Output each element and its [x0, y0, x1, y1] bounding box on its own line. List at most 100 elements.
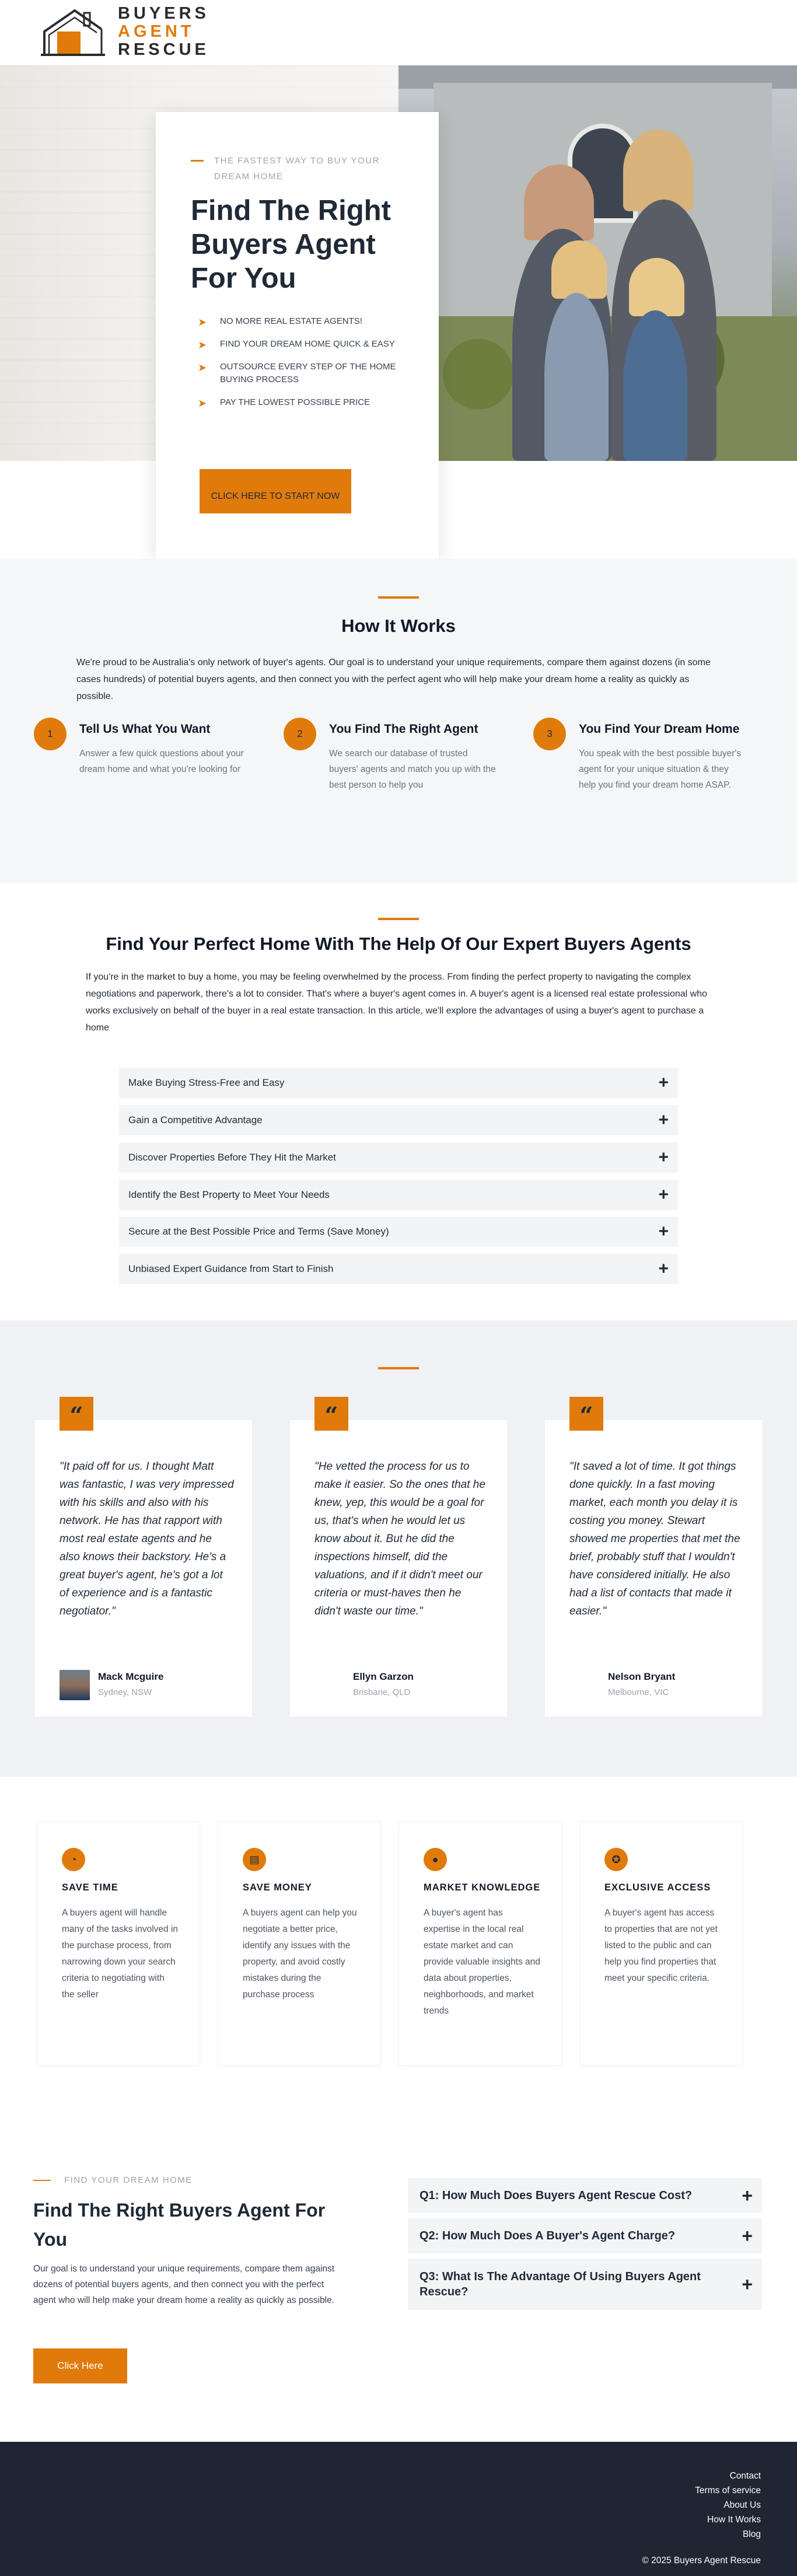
plus-icon[interactable]: +	[742, 2225, 753, 2246]
testimonial-card: “ "He vetted the process for us to make …	[290, 1397, 507, 1717]
accordion-item[interactable]: Secure at the Best Possible Price and Te…	[119, 1217, 678, 1247]
footer-link-terms[interactable]: Terms of service	[695, 2483, 761, 2498]
step-3: 3 You Find Your Dream Home You speak wit…	[533, 718, 778, 817]
hero-eyebrow: THE FASTEST WAY TO BUY YOUR DREAM HOME	[191, 153, 413, 184]
plus-icon[interactable]: +	[742, 2185, 753, 2206]
how-it-works-section: How It Works We're proud to be Australia…	[0, 559, 797, 883]
cta-text: Our goal is to understand your unique re…	[33, 2264, 335, 2305]
cta-title: Find The Right Buyers Agent For You	[33, 2200, 326, 2250]
footer-nav: Contact Terms of service About Us How It…	[695, 2469, 761, 2542]
footer-link-blog[interactable]: Blog	[695, 2527, 761, 2542]
feature-title: SAVE TIME	[62, 1882, 118, 1893]
copyright: © 2025 Buyers Agent Rescue	[642, 2556, 761, 2565]
avatar	[60, 1670, 90, 1700]
quote-icon: “	[569, 1397, 603, 1431]
feature-text: A buyer's agent has access to properties…	[604, 1908, 718, 1983]
step-title: You Find Your Dream Home	[579, 722, 740, 736]
feature-card: ▤ SAVE MONEY A buyers agent can help you…	[218, 1822, 381, 2065]
testimonial-name: Mack Mcguire	[98, 1671, 164, 1682]
hero-section: THE FASTEST WAY TO BUY YOUR DREAM HOME F…	[0, 65, 797, 559]
features-section: ◔ SAVE TIME A buyers agent will handle m…	[0, 1777, 797, 2092]
faq-item[interactable]: Q1: How Much Does Buyers Agent Rescue Co…	[408, 2178, 762, 2213]
cta-section: FIND YOUR DREAM HOME Find The Right Buye…	[0, 2092, 797, 2442]
logo-line-1: BUYERS	[118, 4, 209, 23]
step-title: You Find The Right Agent	[329, 722, 478, 736]
checklist-item: ➤ NO MORE REAL ESTATE AGENTS!	[198, 316, 362, 328]
accordion-item[interactable]: Gain a Competitive Advantage +	[119, 1105, 678, 1135]
perfect-home-section: Find Your Perfect Home With The Help Of …	[0, 883, 797, 1320]
testimonial-location: Brisbane, QLD	[353, 1687, 411, 1697]
testimonials-section: “ "It paid off for us. I thought Matt wa…	[0, 1320, 797, 1777]
accordion-item[interactable]: Make Buying Stress-Free and Easy +	[119, 1068, 678, 1098]
section-divider	[378, 596, 419, 599]
accordion-item[interactable]: Unbiased Expert Guidance from Start to F…	[119, 1254, 678, 1284]
feature-card: ✪ EXCLUSIVE ACCESS A buyer's agent has a…	[579, 1822, 743, 2065]
testimonial-name: Nelson Bryant	[608, 1671, 676, 1682]
step-2: 2 You Find The Right Agent We search our…	[284, 718, 529, 817]
lightbulb-icon: ●	[424, 1848, 447, 1871]
plus-icon[interactable]: +	[658, 1068, 669, 1098]
arrow-right-icon: ➤	[198, 397, 207, 409]
site-footer: Contact Terms of service About Us How It…	[0, 2442, 797, 2576]
house-logo-icon	[41, 9, 105, 56]
faq-item[interactable]: Q3: What Is The Advantage Of Using Buyer…	[408, 2259, 762, 2310]
step-text: Answer a few quick questions about your …	[79, 749, 244, 774]
testimonial-name: Ellyn Garzon	[353, 1671, 414, 1682]
accordion-item[interactable]: Discover Properties Before They Hit the …	[119, 1142, 678, 1173]
section-divider	[378, 1367, 419, 1369]
arrow-right-icon: ➤	[198, 316, 207, 328]
footer-link-how-it-works[interactable]: How It Works	[695, 2512, 761, 2527]
logo-wordmark: BUYERS AGENT RESCUE	[118, 5, 209, 59]
section-divider	[378, 918, 419, 920]
logo[interactable]: BUYERS AGENT RESCUE	[41, 2, 210, 61]
hero-checklist: ➤ NO MORE REAL ESTATE AGENTS! ➤ FIND YOUR …	[198, 315, 408, 419]
feature-card: ◔ SAVE TIME A buyers agent will handle m…	[37, 1822, 200, 2065]
plus-icon[interactable]: +	[658, 1105, 669, 1135]
step-title: Tell Us What You Want	[79, 722, 211, 736]
step-text: We search our database of trusted buyers…	[329, 749, 496, 790]
testimonial-location: Melbourne, VIC	[608, 1687, 669, 1697]
stopwatch-icon: ◔	[62, 1848, 85, 1871]
plus-icon[interactable]: +	[658, 1142, 669, 1173]
testimonial-card: “ "It saved a lot of time. It got things…	[545, 1397, 762, 1717]
arrow-right-icon: ➤	[198, 339, 207, 351]
perfect-home-title: Find Your Perfect Home With The Help Of …	[106, 934, 691, 954]
plus-icon[interactable]: +	[742, 2274, 753, 2295]
testimonial-quote: "He vetted the process for us to make it…	[314, 1460, 485, 1617]
feature-text: A buyers agent will handle many of the t…	[62, 1908, 179, 2000]
arrow-right-icon: ➤	[198, 362, 207, 373]
logo-line-3: RESCUE	[118, 40, 209, 59]
plus-icon[interactable]: +	[658, 1180, 669, 1210]
quote-icon: “	[60, 1397, 93, 1431]
step-number: 2	[284, 718, 316, 750]
click-here-button[interactable]: Click Here	[33, 2348, 127, 2383]
step-number: 1	[34, 718, 67, 750]
feature-title: MARKET KNOWLEDGE	[424, 1882, 541, 1893]
plus-icon[interactable]: +	[658, 1254, 669, 1284]
accordion-item[interactable]: Identify the Best Property to Meet Your …	[119, 1180, 678, 1210]
wallet-icon: ▤	[243, 1848, 266, 1871]
checklist-item: ➤ OUTSOURCE EVERY STEP OF THE HOME BUYING…	[198, 362, 396, 385]
feature-text: A buyers agent can help you negotiate a …	[243, 1908, 357, 2000]
hero-title: Find The Right Buyers Agent For You	[191, 195, 391, 294]
feature-title: EXCLUSIVE ACCESS	[604, 1882, 711, 1893]
step-number: 3	[533, 718, 566, 750]
faq-item[interactable]: Q2: How Much Does A Buyer's Agent Charge…	[408, 2218, 762, 2253]
medal-icon: ✪	[604, 1848, 628, 1871]
cta-eyebrow: FIND YOUR DREAM HOME	[33, 2175, 193, 2185]
start-now-button[interactable]: CLICK HERE TO START NOW	[200, 469, 351, 513]
step-text: You speak with the best possible buyer's…	[579, 749, 742, 790]
footer-link-contact[interactable]: Contact	[695, 2469, 761, 2483]
footer-link-about[interactable]: About Us	[695, 2498, 761, 2512]
site-header: BUYERS AGENT RESCUE	[0, 0, 797, 65]
checklist-item: ➤ FIND YOUR DREAM HOME QUICK & EASY	[198, 339, 395, 351]
quote-icon: “	[314, 1397, 348, 1431]
feature-text: A buyer's agent has expertise in the loc…	[424, 1908, 540, 2016]
feature-title: SAVE MONEY	[243, 1882, 312, 1893]
feature-card: ● MARKET KNOWLEDGE A buyer's agent has e…	[398, 1822, 562, 2065]
how-it-works-intro: We're proud to be Australia's only netwo…	[76, 658, 711, 701]
family-photo	[398, 65, 797, 461]
perfect-home-intro: If you're in the market to buy a home, y…	[86, 972, 707, 1033]
testimonial-location: Sydney, NSW	[98, 1687, 152, 1697]
plus-icon[interactable]: +	[658, 1217, 669, 1247]
